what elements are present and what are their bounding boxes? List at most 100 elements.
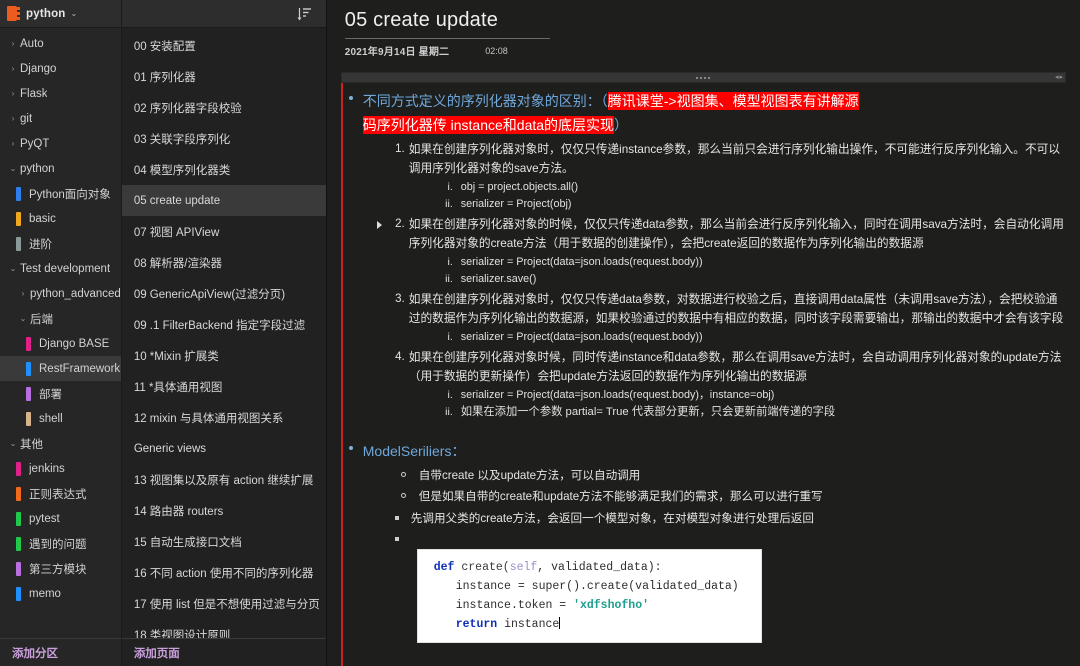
roman-list-item: serializer = Project(data=json.loads(req…	[435, 254, 703, 271]
sidebar-item-label: jenkins	[29, 462, 65, 475]
list-item[interactable]: 14 路由器 routers	[122, 495, 326, 526]
section-color-swatch	[16, 536, 21, 551]
note-content[interactable]: 不同方式定义的序列化器对象的区别：（腾讯课堂->视图集、模型视图表有讲解源 码序列…	[327, 83, 1080, 666]
list-item[interactable]: 10 *Mixin 扩展类	[122, 340, 326, 371]
sidebar-item-6[interactable]: Python面向对象	[0, 181, 121, 206]
sidebar-item-9[interactable]: ⌄ Test development	[0, 256, 121, 281]
chevron-right-icon[interactable]: ›	[6, 39, 20, 48]
page-item-label: 15 自动生成接口文档	[133, 536, 242, 549]
code-line4-rest: instance	[497, 618, 560, 631]
chevron-down-icon[interactable]: ⌄	[16, 314, 30, 323]
sort-descending-icon[interactable]	[297, 6, 313, 22]
square-item-text: 先调用父类的create方法，会返回一个模型对象，在对模型对象进行处理后返回	[410, 512, 814, 525]
code-line-2: instance = super().create(validated_data…	[455, 580, 739, 593]
page-item-label: 17 使用 list 但是不想使用过滤与分页	[133, 598, 320, 611]
list-item[interactable]: 15 自动生成接口文档	[122, 526, 326, 557]
list-item-empty	[391, 529, 1066, 545]
add-page-button[interactable]: 添加页面	[121, 638, 326, 666]
section-color-swatch	[16, 236, 21, 251]
numbered-list-item: 如果在创建序列化器对象时，仅仅只传递data参数，对数据进行校验之后，直接调用d…	[385, 290, 1066, 346]
sidebar-item-2[interactable]: › Flask	[0, 81, 121, 106]
chevron-right-icon[interactable]: ›	[6, 114, 20, 123]
sidebar-item-label: python_advanced	[30, 287, 121, 300]
section-color-swatch	[16, 586, 21, 601]
sidebar-item-10[interactable]: › python_advanced	[0, 281, 121, 306]
code-block[interactable]: def create(self, validated_data): instan…	[416, 549, 762, 643]
list-item[interactable]: 17 使用 list 但是不想使用过滤与分页	[122, 588, 326, 619]
list-item[interactable]: Generic views	[122, 433, 326, 464]
sidebar-item-19[interactable]: pytest	[0, 506, 121, 531]
content-block-handle[interactable]: ◂ ▸	[340, 72, 1066, 83]
sidebar-item-15[interactable]: shell	[0, 406, 121, 431]
sidebar-item-5[interactable]: ⌄ python	[0, 156, 121, 181]
notebook-title: python	[26, 7, 66, 20]
sidebar-item-18[interactable]: 正则表达式	[0, 481, 121, 506]
chevron-right-icon[interactable]: ›	[6, 139, 20, 148]
section-color-swatch	[26, 336, 31, 351]
sidebar-item-label: git	[20, 112, 33, 125]
chevron-right-icon[interactable]: ›	[6, 64, 20, 73]
list-item[interactable]: 09 .1 FilterBackend 指定字段过滤	[122, 309, 326, 340]
list-item[interactable]: 07 视图 APIView	[122, 216, 326, 247]
chevron-down-icon[interactable]: ⌄	[6, 264, 20, 273]
sidebar-item-label: Flask	[20, 87, 48, 100]
list-item[interactable]: 01 序列化器	[122, 61, 326, 92]
list-item[interactable]: 03 关联字段序列化	[122, 123, 326, 154]
sidebar-item-21[interactable]: 第三方模块	[0, 556, 121, 581]
sidebar-item-20[interactable]: 遇到的问题	[0, 531, 121, 556]
sidebar-item-16[interactable]: ⌄ 其他	[0, 431, 121, 456]
list-item: 先调用父类的create方法，会返回一个模型对象，在对模型对象进行处理后返回	[391, 508, 1066, 529]
list-item[interactable]: 16 不同 action 使用不同的序列化器	[122, 557, 326, 588]
chevron-down-icon[interactable]: ⌄	[6, 164, 20, 173]
list-item[interactable]: 13 视图集以及原有 action 继续扩展	[122, 464, 326, 495]
sidebar-item-label: Auto	[20, 37, 44, 50]
list-item[interactable]: 09 GenericApiView(过滤分页)	[122, 278, 326, 309]
sidebar-item-17[interactable]: jenkins	[0, 456, 121, 481]
sidebar-item-8[interactable]: 进阶	[0, 231, 121, 256]
page-title[interactable]: 05 create update	[344, 9, 550, 39]
page-time: 02:08	[485, 45, 508, 56]
section-color-swatch	[16, 486, 21, 501]
list-item[interactable]: 08 解析器/渲染器	[122, 247, 326, 278]
numbered-item-text: 如果在创建序列化器对象时，仅仅只传递data参数，对数据进行校验之后，直接调用d…	[408, 293, 1064, 325]
outline-root: 不同方式定义的序列化器对象的区别：（腾讯课堂->视图集、模型视图表有讲解源 码序列…	[341, 89, 1066, 643]
list-item[interactable]: 05 create update	[121, 185, 326, 216]
sidebar-item-7[interactable]: basic	[0, 206, 121, 231]
list-item[interactable]: 12 mixin 与具体通用视图关系	[122, 402, 326, 433]
list-item[interactable]: 04 模型序列化器类	[122, 154, 326, 185]
sidebar-item-13[interactable]: RestFramework	[0, 356, 121, 381]
list-item[interactable]: 02 序列化器字段校验	[122, 92, 326, 123]
bullet-icon	[400, 472, 406, 477]
sidebar-item-1[interactable]: › Django	[0, 56, 121, 81]
sidebar-item-0[interactable]: › Auto	[0, 31, 121, 56]
chevron-right-icon[interactable]: ›	[16, 289, 30, 298]
page-item-label: 09 .1 FilterBackend 指定字段过滤	[133, 319, 306, 332]
sidebar-item-11[interactable]: ⌄ 后端	[0, 306, 121, 331]
section-color-swatch	[16, 561, 21, 576]
code-keyword-def: def	[433, 561, 455, 574]
sidebar-item-14[interactable]: 部署	[0, 381, 121, 406]
sidebar-item-label: 后端	[30, 313, 53, 326]
resize-arrows-icon[interactable]: ◂ ▸	[1055, 74, 1063, 81]
sidebar-item-label: 正则表达式	[29, 488, 87, 501]
page-list[interactable]: 00 安装配置 01 序列化器 02 序列化器字段校验 03 关联字段序列化 04 模型…	[121, 28, 326, 639]
page-item-label: 07 视图 APIView	[133, 226, 220, 239]
sidebar-item-12[interactable]: Django BASE	[0, 331, 121, 356]
sidebar-item-3[interactable]: › git	[0, 106, 121, 131]
list-item[interactable]: 18 类视图设计原则	[122, 619, 326, 639]
numbered-list: 如果在创建序列化器对象时，仅仅只传递instance参数，那么当前只会进行序列化…	[363, 140, 1066, 421]
chevron-down-icon[interactable]: ⌄	[6, 439, 20, 448]
notebook-header[interactable]: python ⌄	[0, 0, 121, 28]
add-section-button[interactable]: 添加分区	[0, 638, 121, 666]
numbered-item-text: 如果在创建序列化器对象时，仅仅只传递instance参数，那么当前只会进行序列化…	[408, 143, 1061, 175]
chevron-right-icon[interactable]: ›	[6, 89, 20, 98]
sidebar-item-4[interactable]: › PyQT	[0, 131, 121, 156]
list-item[interactable]: 00 安装配置	[122, 30, 326, 61]
sidebar-item-22[interactable]: memo	[0, 581, 121, 606]
roman-list-item: serializer = Project(data=json.loads(req…	[435, 387, 775, 404]
list-item[interactable]: 11 *具体通用视图	[122, 371, 326, 402]
chevron-down-icon[interactable]: ⌄	[71, 9, 78, 18]
section-tree[interactable]: › Auto › Django › Flask › git › PyQT ⌄ python Python…	[0, 28, 121, 638]
sidebar-item-label: Django BASE	[39, 337, 110, 350]
roman-list-item: 如果在添加一个参数 partial= True 代表部分更新，只会更新前端传递的…	[435, 404, 836, 421]
